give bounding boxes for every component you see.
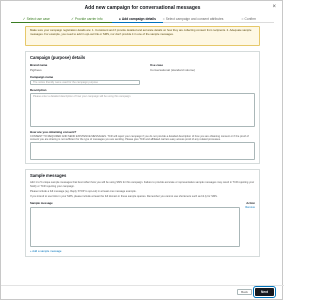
column-header-message: Sample message xyxy=(30,201,53,206)
pending-step-icon: ○ xyxy=(241,16,244,21)
campaign-name-label: Campaign name xyxy=(30,75,54,79)
campaign-details-section: Campaign (purpose) details Brand name Pi… xyxy=(25,51,260,165)
section-title: Campaign (purpose) details xyxy=(30,55,86,60)
back-button[interactable]: Back xyxy=(237,289,252,295)
step-label: Add campaign details xyxy=(121,16,156,21)
step-label: Confirm xyxy=(244,16,257,21)
alert-text: Make sure your campaign registration det… xyxy=(30,28,252,36)
section-title: Sample messages xyxy=(30,173,67,179)
wizard-steps: ✓ Select use case ✓ Provide carrier info… xyxy=(11,15,274,23)
description-label: Description xyxy=(30,88,47,92)
step-add-campaign-details[interactable]: ● Add campaign details xyxy=(112,15,163,23)
sample-message-textarea[interactable] xyxy=(30,207,240,248)
step-provide-carrier-info[interactable]: ✓ Provide carrier info xyxy=(61,15,113,23)
samples-table-header: Sample message Action xyxy=(30,201,255,205)
samples-hint: If you intend to use links in your SMS, … xyxy=(30,195,218,199)
column-header-action: Action xyxy=(246,201,255,206)
current-step-icon: ● xyxy=(118,16,121,21)
modal-content: Make sure your campaign registration det… xyxy=(25,26,260,279)
consent-textarea[interactable] xyxy=(30,142,255,161)
samples-hint: Add 1 to 5 unique sample messages that b… xyxy=(30,181,255,188)
table-row: Remove xyxy=(30,206,255,248)
warning-alert: Make sure your campaign registration det… xyxy=(25,26,260,46)
close-icon[interactable]: × xyxy=(272,4,276,10)
brand-name-label: Brand name xyxy=(30,63,48,67)
step-select-use-case[interactable]: ✓ Select use case xyxy=(11,15,62,23)
sample-messages-section: Sample messages Add 1 to 5 unique sample… xyxy=(25,169,260,258)
step-label: Provide carrier info xyxy=(74,16,103,21)
pending-step-icon: ○ xyxy=(162,16,165,21)
consent-label: How are you obtaining consent? xyxy=(30,130,77,134)
check-icon: ✓ xyxy=(70,16,74,21)
step-label: Select use case xyxy=(26,16,50,21)
use-case-value: Conversational (standard volume) xyxy=(150,68,196,72)
step-label: Select campaign and consent attributes xyxy=(165,16,224,21)
add-sample-message-button[interactable]: + Add a sample message xyxy=(30,249,255,253)
step-confirm[interactable]: ○ Confirm xyxy=(223,15,274,23)
check-icon: ✓ xyxy=(22,16,26,21)
modal-footer: Back Next xyxy=(1,285,284,300)
next-button[interactable]: Next xyxy=(253,286,276,298)
consent-hint: CONSENT TO REQUIRED AND SEND EXISTENCE M… xyxy=(30,135,249,142)
samples-hint: Please include a full message (eg. Reply… xyxy=(30,189,137,193)
step-select-campaign-attributes[interactable]: ○ Select campaign and consent attributes xyxy=(162,15,224,23)
modal-title: Add new campaign for conversational mess… xyxy=(84,5,201,11)
description-textarea[interactable]: Please enter a detailed description of h… xyxy=(30,93,255,127)
brand-name-value: Pigtheus xyxy=(30,68,42,72)
use-case-label: Use case xyxy=(150,63,164,67)
remove-button[interactable]: Remove xyxy=(243,206,255,209)
modal-window: Add new campaign for conversational mess… xyxy=(0,0,284,300)
